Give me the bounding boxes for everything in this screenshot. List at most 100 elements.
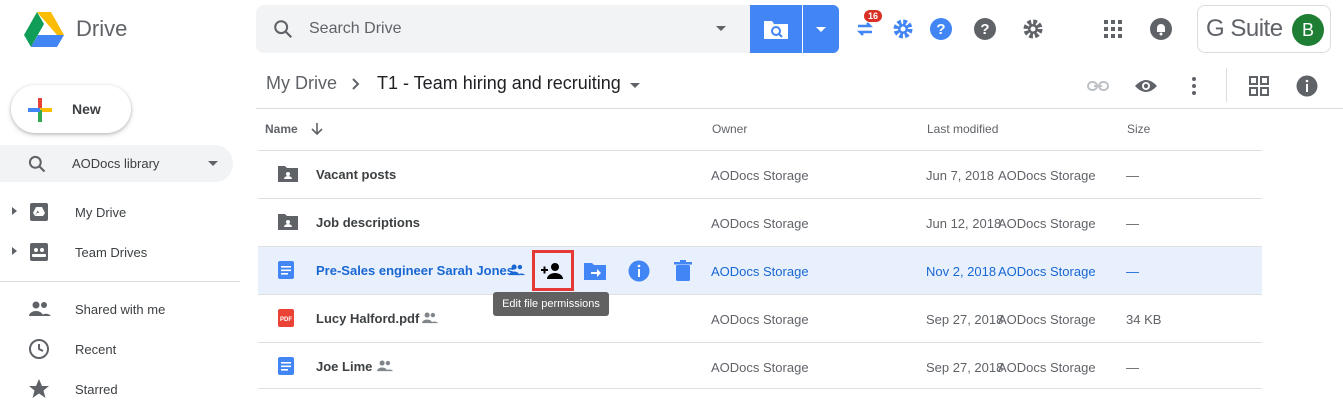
file-owner: AODocs Storage [711, 312, 809, 327]
column-header-owner[interactable]: Owner [712, 122, 747, 136]
search-bar[interactable]: Search Drive [256, 5, 750, 53]
trash-icon[interactable] [671, 259, 695, 283]
pdf-icon-label: PDF [280, 317, 292, 323]
breadcrumb-root[interactable]: My Drive [266, 73, 337, 94]
apps-grid-icon[interactable] [1101, 17, 1125, 41]
file-name[interactable]: Lucy Halford.pdf [316, 311, 419, 326]
blue-help-icon[interactable]: ? [929, 17, 953, 41]
move-to-folder-icon[interactable] [583, 259, 607, 283]
people-icon [29, 301, 51, 316]
google-doc-icon [278, 357, 294, 375]
sidebar-item-label: Team Drives [75, 245, 148, 260]
preview-eye-icon[interactable] [1134, 74, 1158, 98]
search-input[interactable]: Search Drive [309, 20, 401, 38]
table-row[interactable]: Vacant posts AODocs Storage Jun 7, 2018 … [258, 150, 1262, 198]
grid-view-icon[interactable] [1247, 74, 1271, 98]
file-modified-by: AODocs Storage [998, 216, 1096, 231]
team-drives-icon [30, 243, 48, 261]
file-name[interactable]: Joe Lime [316, 359, 372, 374]
star-icon [29, 379, 49, 398]
file-size: — [1126, 216, 1139, 231]
breadcrumb-current-folder[interactable]: T1 - Team hiring and recruiting [377, 73, 621, 94]
shared-people-icon [509, 264, 525, 276]
file-name[interactable]: Pre-Sales engineer Sarah Jones [316, 263, 514, 278]
shared-folder-icon [278, 166, 298, 182]
shared-folder-icon [278, 214, 298, 230]
column-header-size[interactable]: Size [1127, 122, 1150, 136]
table-row[interactable]: PDF Lucy Halford.pdf AODocs Storage Sep … [258, 294, 1262, 342]
aodocs-library-selector[interactable]: AODocs library [0, 145, 233, 182]
get-link-icon[interactable] [1086, 74, 1110, 98]
table-row[interactable]: Joe Lime AODocs Storage Sep 27, 2018 AOD… [258, 342, 1262, 390]
aodocs-search-button[interactable] [750, 5, 802, 53]
new-button-label: New [72, 101, 101, 117]
clock-icon [29, 339, 49, 359]
edit-permissions-tooltip: Edit file permissions [493, 292, 609, 316]
edit-permissions-highlight [532, 250, 574, 291]
file-modified-date: Sep 27, 2018 [926, 360, 1004, 375]
file-owner: AODocs Storage [711, 264, 809, 279]
sidebar-item-my-drive[interactable]: My Drive [0, 196, 240, 228]
details-info-icon[interactable] [1295, 74, 1319, 98]
avatar[interactable]: B [1292, 14, 1324, 46]
more-options-icon[interactable] [1182, 74, 1206, 98]
sidebar-item-label: Recent [75, 342, 117, 357]
search-options-chevron-icon[interactable] [716, 26, 726, 31]
sidebar-item-recent[interactable]: Recent [0, 333, 240, 365]
drive-logo-icon[interactable] [24, 12, 64, 48]
help-icon[interactable]: ? [973, 17, 997, 41]
file-modified-date: Nov 2, 2018 [926, 264, 997, 279]
notifications-bell-icon[interactable] [1149, 17, 1173, 41]
chevron-down-icon [816, 27, 826, 32]
folder-search-icon [764, 21, 788, 39]
app-name: Drive [76, 16, 128, 41]
sort-arrow-down-icon[interactable] [309, 121, 325, 137]
toolbar-bottom-divider [256, 108, 1343, 109]
chevron-down-icon[interactable] [208, 161, 218, 166]
file-name[interactable]: Job descriptions [316, 215, 420, 230]
file-owner: AODocs Storage [711, 216, 809, 231]
app-header: Drive Search Drive 16 ? ? G Suite B [0, 0, 1343, 60]
shared-people-icon [422, 312, 438, 324]
file-owner: AODocs Storage [711, 168, 809, 183]
info-icon[interactable] [627, 259, 651, 283]
google-doc-icon [278, 261, 294, 279]
column-header-last-modified[interactable]: Last modified [927, 122, 998, 136]
file-name[interactable]: Vacant posts [316, 167, 396, 182]
blue-gear-icon[interactable] [891, 17, 915, 41]
gsuite-label: G Suite [1206, 15, 1283, 42]
sidebar-item-label: Starred [75, 382, 118, 397]
file-size: 34 KB [1126, 312, 1162, 327]
sidebar-item-team-drives[interactable]: Team Drives [0, 236, 240, 268]
file-modified-by: AODocs Storage [998, 312, 1096, 327]
file-size: — [1126, 264, 1139, 279]
toolbar-divider [1226, 68, 1227, 102]
search-icon [28, 155, 46, 173]
expand-arrow-icon[interactable] [12, 247, 17, 255]
aodocs-search-dropdown-button[interactable] [803, 5, 839, 53]
column-header-name[interactable]: Name [265, 122, 298, 136]
sidebar-item-label: Shared with me [75, 302, 166, 317]
table-row[interactable]: Job descriptions AODocs Storage Jun 12, … [258, 198, 1262, 246]
expand-arrow-icon[interactable] [12, 207, 17, 215]
gsuite-account-button[interactable]: G Suite B [1197, 5, 1331, 53]
folder-menu-chevron-icon[interactable] [630, 83, 640, 88]
svg-text:?: ? [936, 21, 945, 38]
my-drive-icon [30, 203, 48, 221]
file-modified-date: Jun 12, 2018 [926, 216, 1002, 231]
file-size: — [1126, 168, 1139, 183]
chevron-right-icon [352, 78, 360, 90]
sidebar-item-starred[interactable]: Starred [0, 373, 240, 404]
sidebar-item-shared-with-me[interactable]: Shared with me [0, 293, 240, 325]
shared-people-icon [377, 360, 393, 372]
table-row-selected[interactable]: Pre-Sales engineer Sarah Jones AODocs St… [258, 246, 1262, 294]
new-button[interactable]: New [11, 85, 131, 133]
pdf-file-icon: PDF [278, 309, 294, 327]
sidebar-item-label: My Drive [75, 205, 127, 220]
file-modified-date: Jun 7, 2018 [926, 168, 994, 183]
file-modified-by: AODocs Storage [998, 360, 1096, 375]
search-icon[interactable] [272, 18, 294, 40]
file-modified-by: AODocs Storage [998, 168, 1096, 183]
file-size: — [1126, 360, 1139, 375]
settings-gear-icon[interactable] [1021, 17, 1045, 41]
